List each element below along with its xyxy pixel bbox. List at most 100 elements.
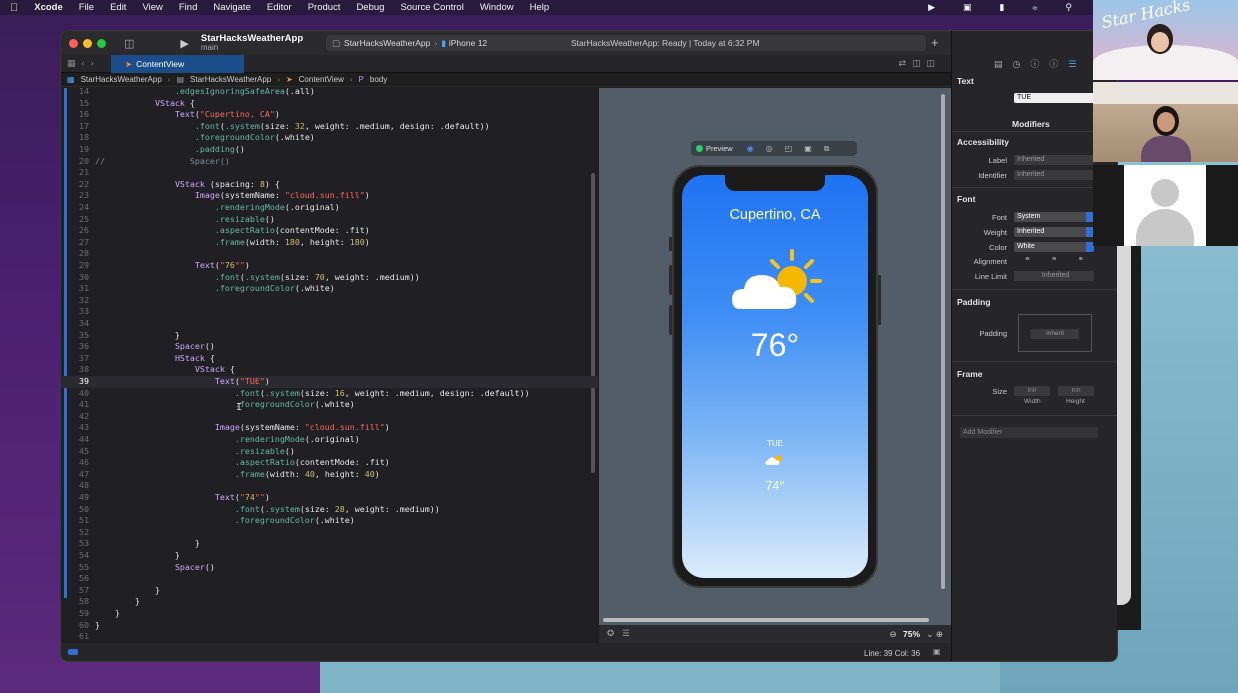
wifi-icon[interactable]: ≈ bbox=[1032, 3, 1037, 13]
code-line[interactable]: 52 bbox=[61, 527, 598, 539]
sidebar-toggle-icon[interactable]: ◫ bbox=[124, 37, 134, 50]
battery-icon[interactable]: ▮ bbox=[1000, 2, 1005, 13]
code-line[interactable]: 54 } bbox=[61, 550, 598, 562]
canvas-horizontal-scrollbar[interactable] bbox=[603, 618, 929, 622]
inspector-tabs[interactable]: ▤◷ⓘⓘ☰ bbox=[994, 57, 1086, 70]
live-mode-icon[interactable]: ◉ bbox=[747, 144, 754, 153]
menu-find[interactable]: Find bbox=[179, 2, 197, 13]
menu-edit[interactable]: Edit bbox=[110, 2, 126, 13]
align-left-icon[interactable]: ≡ bbox=[1025, 256, 1029, 266]
menu-file[interactable]: File bbox=[79, 2, 94, 13]
code-line[interactable]: 39 Text("TUE") bbox=[61, 376, 598, 388]
nav-arrows-icon[interactable]: ▦‹› bbox=[67, 58, 100, 69]
code-line[interactable]: 24 .renderingMode(.original) bbox=[61, 202, 598, 214]
code-line[interactable]: 31 .foregroundColor(.white) bbox=[61, 283, 598, 295]
run-icon[interactable]: ▶ bbox=[180, 37, 188, 50]
menu-view[interactable]: View bbox=[142, 2, 162, 13]
align-center-icon[interactable]: ≡ bbox=[1052, 256, 1056, 266]
code-line[interactable]: 16 Text("Cupertino, CA") bbox=[61, 109, 598, 121]
inspect-icon[interactable]: ◎ bbox=[766, 144, 773, 153]
breadcrumb-symbol[interactable]: body bbox=[370, 75, 387, 84]
code-line[interactable]: 28 bbox=[61, 248, 598, 260]
code-line[interactable]: 20 // Spacer() bbox=[61, 156, 598, 168]
breadcrumb-group[interactable]: StarHacksWeatherApp bbox=[190, 75, 271, 84]
code-line[interactable]: 45 .resizable() bbox=[61, 446, 598, 458]
code-line[interactable]: 42 bbox=[61, 411, 598, 423]
canvas-vertical-scrollbar[interactable] bbox=[941, 94, 945, 589]
code-line[interactable]: 21 bbox=[61, 167, 598, 179]
code-line[interactable]: 30 .font(.system(size: 70, weight: .medi… bbox=[61, 272, 598, 284]
code-line[interactable]: 25 .resizable() bbox=[61, 214, 598, 226]
menu-product[interactable]: Product bbox=[308, 2, 341, 13]
code-line[interactable]: 35 } bbox=[61, 330, 598, 342]
code-line[interactable]: 55 Spacer() bbox=[61, 562, 598, 574]
code-line[interactable]: 38 VStack { bbox=[61, 364, 598, 376]
code-line[interactable]: 32 bbox=[61, 295, 598, 307]
video-tile-camera-off[interactable] bbox=[1093, 165, 1238, 246]
padding-value[interactable]: Inherit bbox=[1031, 329, 1079, 339]
destination-app[interactable]: StarHacksWeatherApp bbox=[344, 38, 430, 48]
menu-app-name[interactable]: Xcode bbox=[34, 2, 63, 13]
search-icon[interactable]: ⚲ bbox=[1065, 2, 1072, 13]
code-line[interactable]: 15 VStack { bbox=[61, 98, 598, 110]
video-tile-participant[interactable] bbox=[1093, 82, 1238, 162]
menu-navigate[interactable]: Navigate bbox=[213, 2, 251, 13]
duplicate-icon[interactable]: ⧉ bbox=[824, 144, 830, 154]
menu-source-control[interactable]: Source Control bbox=[400, 2, 463, 13]
code-line[interactable]: 19 .padding() bbox=[61, 144, 598, 156]
code-line[interactable]: 51 .foregroundColor(.white) bbox=[61, 515, 598, 527]
display-status-icon[interactable]: ▣ bbox=[963, 2, 972, 13]
font-select[interactable]: System bbox=[1014, 212, 1094, 222]
code-line[interactable]: 33 bbox=[61, 306, 598, 318]
scheme-selector[interactable]: StarHacksWeatherApp main bbox=[201, 34, 303, 52]
code-line[interactable]: 57 } bbox=[61, 585, 598, 597]
weight-select[interactable]: Inherited bbox=[1014, 227, 1094, 237]
menu-debug[interactable]: Debug bbox=[356, 2, 384, 13]
frame-height-field[interactable]: Inh bbox=[1058, 386, 1094, 396]
code-line[interactable]: 47 .frame(width: 40, height: 40) bbox=[61, 469, 598, 481]
debug-area-toggle[interactable] bbox=[68, 649, 78, 655]
line-limit-field[interactable]: Inherited bbox=[1014, 271, 1094, 281]
zoom-in-icon[interactable]: ⊕ bbox=[936, 629, 943, 639]
padding-editor[interactable]: Inherit bbox=[1018, 314, 1092, 352]
code-line[interactable]: 49 Text("74°") bbox=[61, 492, 598, 504]
chevron-down-icon[interactable]: ⌄ bbox=[926, 629, 933, 639]
menu-editor[interactable]: Editor bbox=[267, 2, 292, 13]
code-line[interactable]: 34 bbox=[61, 318, 598, 330]
code-line[interactable]: 61 bbox=[61, 631, 598, 643]
device-settings-icon[interactable]: ▣ bbox=[804, 144, 812, 153]
align-right-icon[interactable]: ≡ bbox=[1079, 256, 1083, 266]
add-modifier-field[interactable]: Add Modifier bbox=[960, 427, 1098, 438]
layout-icon[interactable]: ▣ bbox=[933, 647, 941, 656]
zoom-icon[interactable] bbox=[97, 38, 106, 48]
preview-canvas[interactable]: Preview ◉ ◎ ◰ ▣ ⧉ Cupertino, CA 76° TUE … bbox=[599, 88, 951, 625]
editor-options-icon[interactable]: ⇄◫◫ bbox=[898, 58, 941, 69]
apple-icon[interactable]:  bbox=[10, 2, 18, 14]
play-status-icon[interactable]: ▶ bbox=[928, 2, 935, 13]
code-line[interactable]: 26 .aspectRatio(contentMode: .fit) bbox=[61, 225, 598, 237]
code-line[interactable]: 22 VStack (spacing: 8) { bbox=[61, 179, 598, 191]
add-icon[interactable]: + bbox=[931, 35, 939, 50]
code-line[interactable]: 50 .font(.system(size: 28, weight: .medi… bbox=[61, 504, 598, 516]
code-line[interactable]: 56 bbox=[61, 573, 598, 585]
destination-device[interactable]: iPhone 12 bbox=[449, 38, 487, 48]
minimize-icon[interactable] bbox=[83, 38, 92, 48]
pin-icon[interactable]: ✪☰ bbox=[607, 628, 638, 639]
code-line[interactable]: 48 bbox=[61, 480, 598, 492]
close-icon[interactable] bbox=[69, 38, 78, 48]
code-line[interactable]: 37 HStack { bbox=[61, 353, 598, 365]
code-line[interactable]: 60} bbox=[61, 620, 598, 632]
accessibility-identifier-field[interactable]: Inherited bbox=[1014, 170, 1094, 180]
menu-help[interactable]: Help bbox=[530, 2, 550, 13]
code-line[interactable]: 18 .foregroundColor(.white) bbox=[61, 132, 598, 144]
code-line[interactable]: 40 .font(.system(size: 16, weight: .medi… bbox=[61, 388, 598, 400]
code-line[interactable]: 23 Image(systemName: "cloud.sun.fill") bbox=[61, 190, 598, 202]
code-line[interactable]: 14 .edgesIgnoringSafeArea(.all) bbox=[61, 88, 598, 98]
code-line[interactable]: 58 } bbox=[61, 596, 598, 608]
zoom-level[interactable]: 75% bbox=[903, 629, 920, 639]
code-line[interactable]: 59 } bbox=[61, 608, 598, 620]
color-select[interactable]: White bbox=[1014, 242, 1094, 252]
code-line[interactable]: 46 .aspectRatio(contentMode: .fit) bbox=[61, 457, 598, 469]
alignment-control[interactable]: ≡ ≡ ≡ bbox=[1014, 256, 1094, 266]
menu-window[interactable]: Window bbox=[480, 2, 514, 13]
